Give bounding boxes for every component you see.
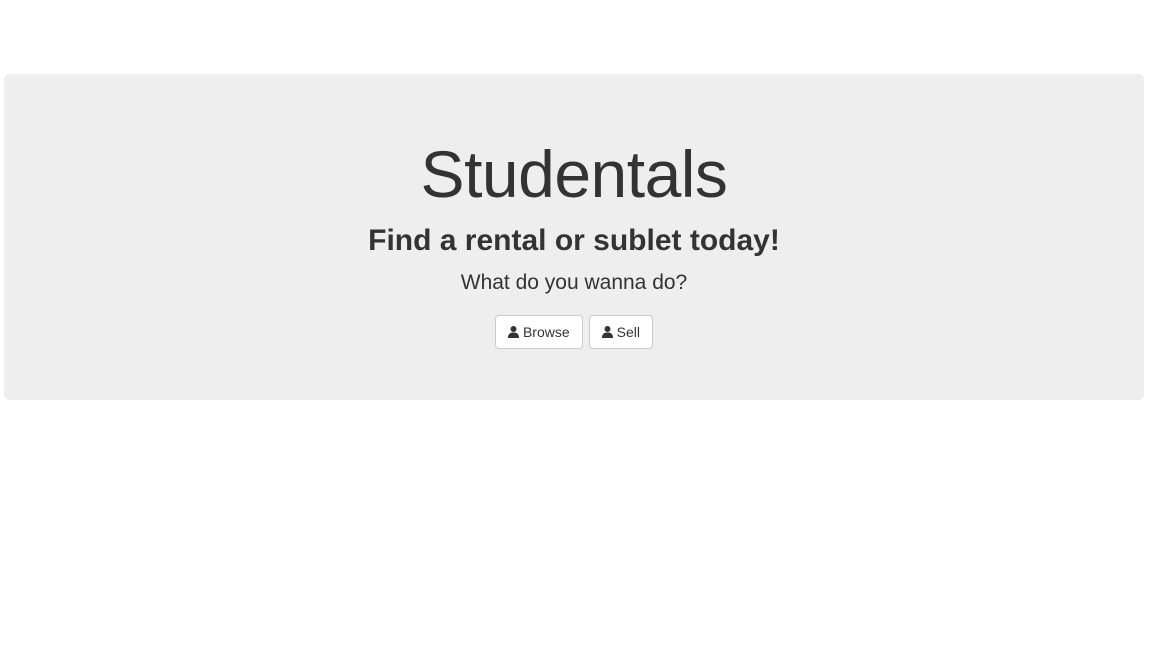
sell-button-label: Sell [616,324,641,340]
user-icon [601,326,613,338]
site-title: Studentals [420,137,728,211]
browse-button[interactable]: Browse [494,315,583,349]
action-buttons: Browse Sell [4,315,1144,349]
tagline: Find a rental or sublet today! [368,224,780,257]
sell-button[interactable]: Sell [588,315,654,349]
user-icon [507,326,519,338]
action-prompt: What do you wanna do? [460,271,688,294]
hero-panel: Studentals Find a rental or sublet today… [4,74,1144,400]
browse-button-label: Browse [522,324,570,340]
